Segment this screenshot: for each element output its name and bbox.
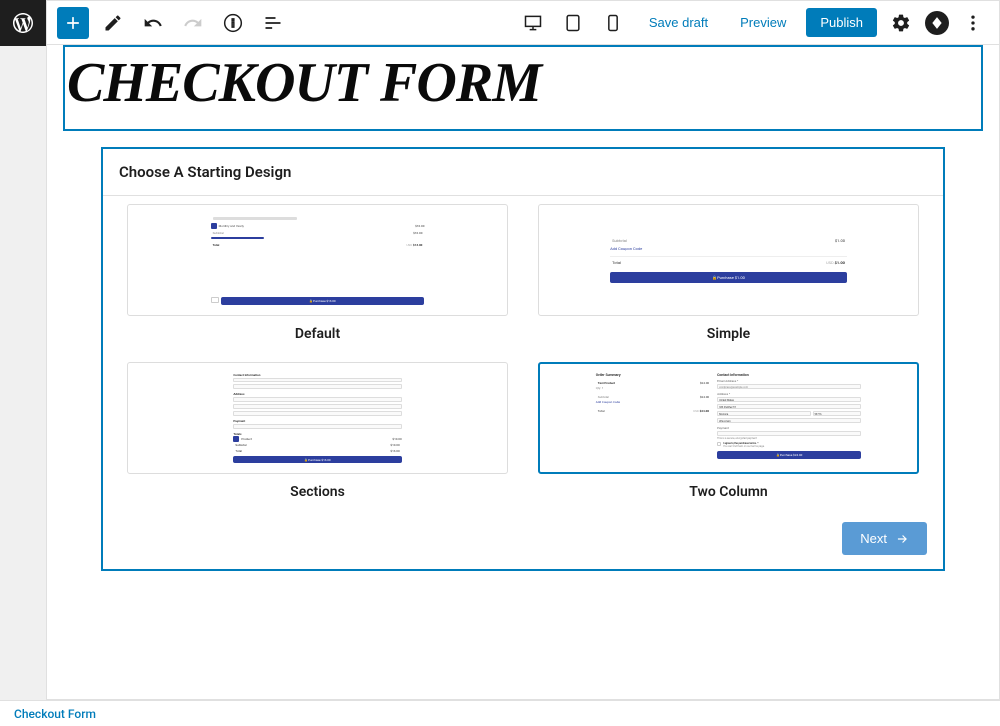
info-icon [223,13,243,33]
mobile-icon [603,13,623,33]
preview-tablet-button[interactable] [557,7,589,39]
gear-icon [891,13,911,33]
arrow-right-icon [895,532,909,546]
editor-canvas: CHECKOUT FORM Choose A Starting Design M… [47,45,999,699]
editor-toolbar: Save draft Preview Publish [47,1,999,45]
redo-button [177,7,209,39]
settings-button[interactable] [885,7,917,39]
tablet-icon [563,13,583,33]
design-preview-two-column: Order Summary Test Product$24.00 Qty: 1 … [538,362,919,474]
design-picker-heading: Choose A Starting Design [103,149,943,196]
plugin-logo[interactable] [925,11,949,35]
design-preview-simple: Subtotal$1.00 Add Coupon Code TotalUSD $… [538,204,919,316]
design-option-label: Default [295,326,340,342]
next-button-label: Next [860,531,887,546]
block-breadcrumb[interactable]: Checkout Form [14,707,96,721]
design-option-label: Simple [707,326,750,342]
preview-desktop-button[interactable] [517,7,549,39]
design-option-default[interactable]: Monthly and Yearly$10.00 Subtotal$10.00 … [127,204,508,342]
add-block-button[interactable] [57,7,89,39]
save-draft-button[interactable]: Save draft [637,9,720,36]
tools-button[interactable] [97,7,129,39]
desktop-icon [523,13,543,33]
design-preview-sections: Contact Information Address Payment Tota… [127,362,508,474]
design-option-label: Two Column [689,484,768,500]
wordpress-logo[interactable] [0,0,46,46]
publish-button[interactable]: Publish [806,8,877,37]
design-option-sections[interactable]: Contact Information Address Payment Tota… [127,362,508,500]
design-option-label: Sections [290,484,345,500]
brand-icon [930,16,944,30]
more-vertical-icon [963,13,983,33]
preview-mobile-button[interactable] [597,7,629,39]
design-picker-block: Choose A Starting Design Monthly and Yea… [101,147,945,571]
outline-button[interactable] [257,7,289,39]
undo-icon [143,13,163,33]
wordpress-icon [11,11,35,35]
more-options-button[interactable] [957,7,989,39]
preview-button[interactable]: Preview [728,9,798,36]
plus-icon [63,13,83,33]
page-title-block[interactable]: CHECKOUT FORM [63,45,983,131]
edit-icon [103,13,123,33]
design-preview-default: Monthly and Yearly$10.00 Subtotal$10.00 … [127,204,508,316]
list-icon [263,13,283,33]
undo-button[interactable] [137,7,169,39]
details-button[interactable] [217,7,249,39]
design-option-two-column[interactable]: Order Summary Test Product$24.00 Qty: 1 … [538,362,919,500]
next-button[interactable]: Next [842,522,927,555]
page-title: CHECKOUT FORM [65,55,981,111]
design-option-simple[interactable]: Subtotal$1.00 Add Coupon Code TotalUSD $… [538,204,919,342]
block-breadcrumb-bar: Checkout Form [0,700,1000,726]
redo-icon [183,13,203,33]
